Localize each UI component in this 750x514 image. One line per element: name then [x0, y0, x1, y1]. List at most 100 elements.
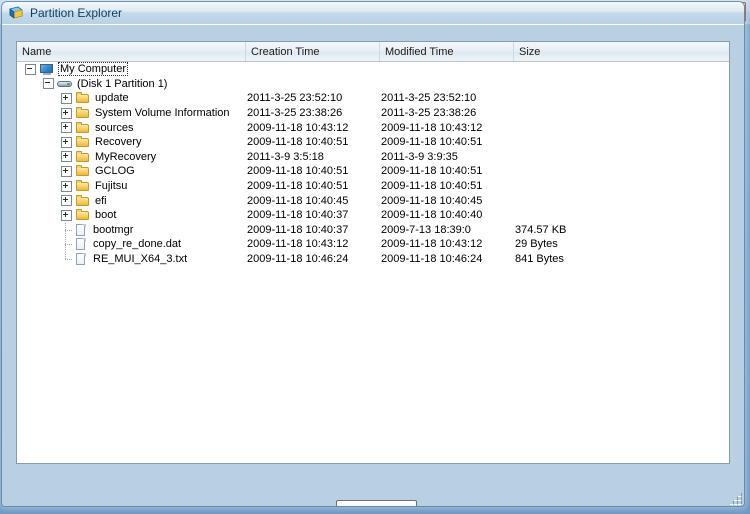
- cell-created-text: 2009-11-18 10:40:51: [247, 180, 349, 193]
- table-row[interactable]: update 2011-3-25 23:52:10 2011-3-25 23:52:…: [17, 91, 729, 106]
- cell-modified: 2011-3-25 23:52:10: [380, 92, 514, 104]
- tree-item-label: Fujitsu: [95, 180, 128, 193]
- table-row[interactable]: copy_re_done.dat 2009-11-18 10:43:12 2009-…: [17, 237, 729, 252]
- table-row[interactable]: bootmgr 2009-11-18 10:40:37 2009-7-13 18:3…: [17, 222, 729, 238]
- column-header-modified[interactable]: Modified Time: [380, 42, 514, 61]
- cell-created-text: 2009-11-18 10:40:51: [247, 165, 349, 178]
- table-row[interactable]: System Volume Information 2011-3-25 23:38…: [17, 106, 729, 121]
- column-header-size[interactable]: Size: [514, 42, 729, 61]
- cell-name: Recovery: [17, 135, 246, 149]
- tree-item-label: GCLOG: [95, 165, 135, 178]
- folder-icon: [75, 106, 91, 120]
- tree-item-label: boot: [95, 209, 117, 222]
- cell-created: 2009-11-18 10:40:37: [246, 224, 380, 236]
- table-row[interactable]: My Computer: [17, 62, 729, 77]
- close-button[interactable]: Close: [336, 500, 417, 506]
- folder-icon: [75, 208, 91, 222]
- cell-name: MyRecovery: [17, 150, 246, 164]
- expand-icon[interactable]: [61, 136, 72, 148]
- partition-explorer-dialog: Partition Explorer Name Creation Time Modi…: [2, 2, 744, 506]
- cell-created: 2011-3-9 3:5:18: [246, 151, 380, 163]
- table-row[interactable]: GCLOG 2009-11-18 10:40:51 2009-11-18 10:40…: [17, 164, 729, 179]
- dialog-body: Name Creation Time Modified Time Size My Co…: [2, 25, 744, 506]
- column-header-name[interactable]: Name: [17, 42, 246, 61]
- cell-name: Fujitsu: [17, 179, 246, 193]
- dialog-title: Partition Explorer: [30, 6, 123, 20]
- expand-icon[interactable]: [61, 151, 72, 163]
- resize-grip[interactable]: [728, 491, 742, 505]
- tree-item-label: efi: [95, 194, 107, 207]
- table-row[interactable]: efi 2009-11-18 10:40:45 2009-11-18 10:40:4…: [17, 193, 729, 208]
- column-header-label: Name: [22, 45, 52, 58]
- cell-created: 2011-3-25 23:38:26: [246, 107, 380, 119]
- close-button-label: Close: [362, 506, 390, 507]
- cell-created: 2009-11-18 10:40:51: [246, 136, 380, 148]
- tree-item-label: bootmgr: [93, 223, 134, 236]
- cell-created: 2009-11-18 10:43:12: [246, 238, 380, 250]
- folder-icon: [75, 135, 91, 149]
- cell-created: 2011-3-25 23:52:10: [246, 92, 380, 104]
- cell-name: efi: [17, 194, 246, 208]
- table-row[interactable]: Recovery 2009-11-18 10:40:51 2009-11-18 10…: [17, 135, 729, 150]
- tree-item-label: sources: [95, 121, 134, 134]
- listview-rows: My Computer (Disk 1 Partition 1) update 201…: [17, 62, 729, 267]
- expand-icon[interactable]: [61, 209, 72, 221]
- cell-modified-text: 2011-3-25 23:38:26: [381, 107, 477, 120]
- cell-name: sources: [17, 121, 246, 135]
- cell-created: 2009-11-18 10:40:45: [246, 195, 380, 207]
- table-row[interactable]: boot 2009-11-18 10:40:37 2009-11-18 10:40:…: [17, 208, 729, 223]
- folder-icon: [75, 194, 91, 208]
- expand-icon[interactable]: [61, 107, 72, 119]
- folder-icon: [75, 164, 91, 178]
- tree-item-label: (Disk 1 Partition 1): [77, 77, 168, 90]
- folder-icon: [75, 121, 91, 135]
- cell-modified: 2009-11-18 10:43:12: [380, 238, 514, 250]
- cell-name: boot: [17, 208, 246, 222]
- expand-icon[interactable]: [61, 165, 72, 177]
- column-header-created[interactable]: Creation Time: [246, 42, 380, 61]
- expand-icon[interactable]: [61, 180, 72, 192]
- cell-created: 2009-11-18 10:46:24: [246, 253, 380, 265]
- table-row[interactable]: sources 2009-11-18 10:43:12 2009-11-18 10:…: [17, 120, 729, 135]
- partition-explorer-icon: [8, 5, 24, 21]
- tree-connector-icon: [61, 252, 73, 266]
- cell-created-text: 2009-11-18 10:43:12: [247, 121, 349, 134]
- listview-header[interactable]: Name Creation Time Modified Time Size: [17, 42, 729, 62]
- expand-icon[interactable]: [61, 195, 72, 207]
- cell-created-text: 2011-3-9 3:5:18: [247, 150, 324, 163]
- cell-modified-text: 2009-11-18 10:43:12: [381, 238, 483, 251]
- tree-item-label: Recovery: [95, 136, 142, 149]
- file-icon: [73, 237, 89, 251]
- cell-size: 374.57 KB: [514, 224, 644, 236]
- cell-created-text: 2011-3-25 23:38:26: [247, 107, 343, 120]
- cell-modified-text: 2009-11-18 10:46:24: [381, 253, 483, 266]
- cell-modified-text: 2009-11-18 10:43:12: [381, 121, 483, 134]
- cell-created-text: 2009-11-18 10:40:37: [247, 223, 349, 236]
- table-row[interactable]: MyRecovery 2011-3-9 3:5:18 2011-3-9 3:9:35: [17, 150, 729, 165]
- folder-icon: [75, 150, 91, 164]
- table-row[interactable]: (Disk 1 Partition 1): [17, 77, 729, 92]
- collapse-icon[interactable]: [43, 78, 54, 90]
- table-row[interactable]: Fujitsu 2009-11-18 10:40:51 2009-11-18 10:…: [17, 179, 729, 194]
- folder-icon: [75, 179, 91, 193]
- cell-name: copy_re_done.dat: [17, 237, 246, 252]
- file-tree-listview[interactable]: Name Creation Time Modified Time Size My Co…: [16, 41, 730, 464]
- dialog-titlebar[interactable]: Partition Explorer: [2, 2, 744, 25]
- table-row[interactable]: RE_MUI_X64_3.txt 2009-11-18 10:46:24 2009-…: [17, 252, 729, 267]
- cell-name: update: [17, 91, 246, 105]
- cell-created: 2009-11-18 10:43:12: [246, 122, 380, 134]
- cell-created-text: 2009-11-18 10:40:51: [247, 136, 349, 149]
- column-header-label: Creation Time: [251, 45, 320, 58]
- cell-size: 29 Bytes: [514, 238, 644, 250]
- cell-modified: 2009-11-18 10:43:12: [380, 122, 514, 134]
- collapse-icon[interactable]: [25, 63, 36, 75]
- cell-created: 2009-11-18 10:40:37: [246, 209, 380, 221]
- tree-item-label: MyRecovery: [95, 150, 157, 163]
- expand-icon[interactable]: [61, 92, 72, 104]
- cell-modified: 2011-3-25 23:38:26: [380, 107, 514, 119]
- expand-icon[interactable]: [61, 122, 72, 134]
- cell-created: 2009-11-18 10:40:51: [246, 180, 380, 192]
- cell-modified-text: 2009-11-18 10:40:51: [381, 165, 483, 178]
- tree-item-label: RE_MUI_X64_3.txt: [93, 253, 188, 266]
- cell-modified-text: 2009-7-13 18:39:0: [381, 223, 471, 236]
